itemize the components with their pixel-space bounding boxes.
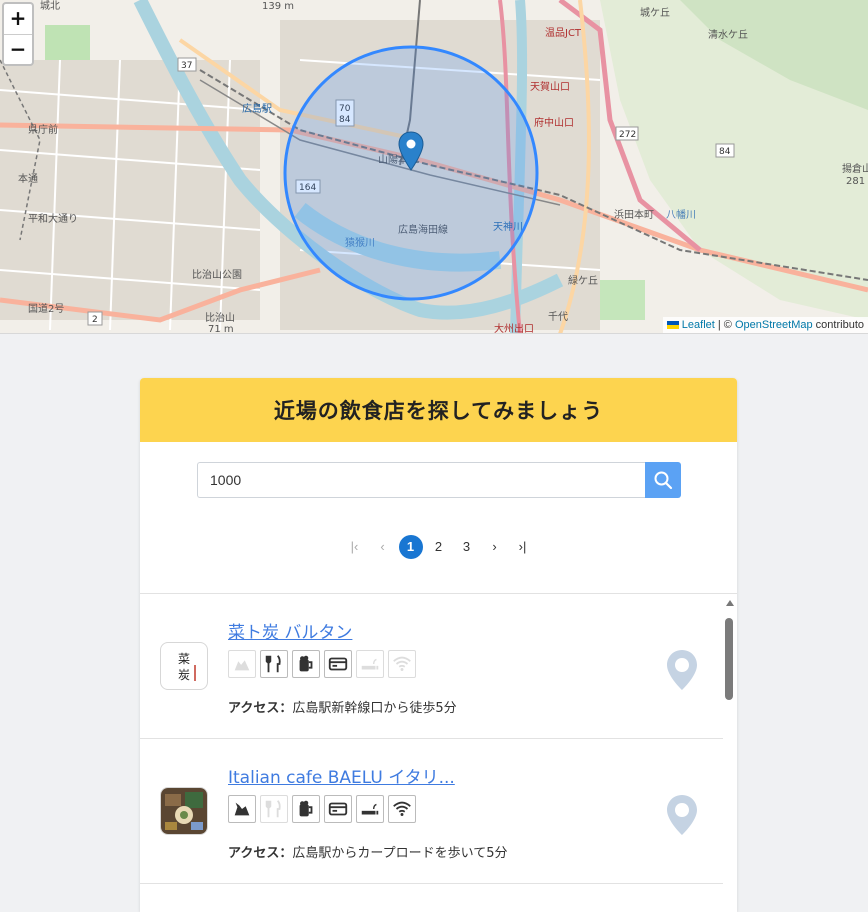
search-radius-circle <box>283 45 539 301</box>
svg-text:府中山口: 府中山口 <box>534 116 574 129</box>
svg-text:本通: 本通 <box>18 172 38 185</box>
search-bar <box>197 462 681 498</box>
pet-icon <box>228 650 256 678</box>
zoom-control: + − <box>2 2 34 66</box>
search-button[interactable] <box>645 462 681 498</box>
map-tiles: 37 70 84 164 272 84 2 城北 139 m 城ケ丘 清水ケ丘 … <box>0 0 868 334</box>
shop-thumbnail <box>160 787 208 835</box>
svg-text:八幡川: 八幡川 <box>666 208 696 221</box>
last-page-button[interactable]: ›| <box>511 535 535 559</box>
svg-text:清水ケ丘: 清水ケ丘 <box>708 28 748 41</box>
access-label: アクセス： <box>228 846 293 861</box>
svg-text:139 m: 139 m <box>262 1 294 12</box>
radius-input[interactable] <box>197 462 645 498</box>
access-text: 広島駅からカープロードを歩いて5分 <box>292 846 508 861</box>
svg-text:城ケ丘: 城ケ丘 <box>640 7 670 19</box>
attribution-separator: | © <box>714 319 735 331</box>
svg-text:千代: 千代 <box>548 311 568 323</box>
shop-name-link[interactable]: 菜ト炭 バルタン <box>228 618 352 643</box>
map-pin-icon <box>667 650 697 690</box>
shop-name-link[interactable]: Italian cafe BAELU イタリ... <box>228 763 455 788</box>
page-1-button[interactable]: 1 <box>398 535 423 559</box>
access-text: 広島駅新幹線口から徒歩5分 <box>292 701 457 716</box>
first-page-button[interactable]: |‹ <box>343 535 367 559</box>
leaflet-link[interactable]: Leaflet <box>682 319 715 331</box>
show-on-map-button[interactable] <box>665 793 699 837</box>
drink-icon <box>292 650 320 678</box>
svg-text:国道2号: 国道2号 <box>28 302 64 315</box>
svg-text:浜田本町: 浜田本町 <box>614 208 654 221</box>
map[interactable]: 37 70 84 164 272 84 2 城北 139 m 城ケ丘 清水ケ丘 … <box>0 0 868 334</box>
restaurant-search-card: 近場の飲食店を探してみましょう |‹ ‹ 1 2 3 › ›| 菜 炭 <box>140 378 737 912</box>
card-icon <box>324 650 352 678</box>
list-item: 菜 炭 菜ト炭 バルタン アクセス：広島駅新幹線口から徒歩5分 <box>140 594 723 739</box>
card-header: 近場の飲食店を探してみましょう <box>140 378 737 442</box>
openstreetmap-link[interactable]: OpenStreetMap <box>735 319 813 331</box>
prev-page-button[interactable]: ‹ <box>371 535 395 559</box>
map-attribution: Leaflet | © OpenStreetMap contributo <box>662 317 868 333</box>
svg-text:広島駅: 広島駅 <box>242 102 272 115</box>
attribution-suffix: contributo <box>812 319 864 331</box>
svg-text:天賀山口: 天賀山口 <box>530 81 570 93</box>
page-2-button[interactable]: 2 <box>427 535 451 559</box>
list-item: Italian cafe BAELU イタリ... アクセス：広島駅からカープロ… <box>140 739 723 884</box>
list-scrollbar[interactable] <box>723 594 737 912</box>
svg-text:炭: 炭 <box>178 668 190 682</box>
svg-text:71 m: 71 m <box>208 324 234 334</box>
ukraine-flag-icon <box>666 321 679 329</box>
zoom-in-button[interactable]: + <box>4 4 32 34</box>
svg-text:37: 37 <box>181 61 192 71</box>
svg-text:84: 84 <box>719 147 731 157</box>
shop-access: アクセス：広島駅からカープロードを歩いて5分 <box>228 842 507 861</box>
page-3-button[interactable]: 3 <box>455 535 479 559</box>
svg-text:緑ケ丘: 緑ケ丘 <box>568 274 598 287</box>
access-label: アクセス： <box>228 701 293 716</box>
svg-text:揚倉山: 揚倉山 <box>842 162 868 175</box>
smoking-icon <box>356 795 384 823</box>
svg-text:281 m: 281 m <box>846 176 868 187</box>
show-on-map-button[interactable] <box>665 648 699 692</box>
shop-list[interactable]: 菜 炭 菜ト炭 バルタン アクセス：広島駅新幹線口から徒歩5分 Italian … <box>140 594 723 912</box>
svg-text:比治山公園: 比治山公園 <box>192 268 242 281</box>
shop-thumbnail: 菜 炭 <box>160 642 208 690</box>
next-page-button[interactable]: › <box>483 535 507 559</box>
wifi-icon <box>388 650 416 678</box>
search-icon <box>654 471 673 490</box>
scroll-thumb[interactable] <box>725 618 733 700</box>
map-pin-icon <box>667 795 697 835</box>
shop-access: アクセス：広島駅新幹線口から徒歩5分 <box>228 697 457 716</box>
svg-text:県庁前: 県庁前 <box>28 123 58 136</box>
smoking-icon <box>356 650 384 678</box>
card-icon <box>324 795 352 823</box>
pet-icon <box>228 795 256 823</box>
drink-icon <box>292 795 320 823</box>
pagination: |‹ ‹ 1 2 3 › ›| <box>140 535 737 559</box>
scroll-up-arrow-icon[interactable] <box>726 600 734 606</box>
food-icon <box>260 795 288 823</box>
svg-text:城北: 城北 <box>40 0 60 12</box>
svg-text:平和大通り: 平和大通り <box>28 212 78 225</box>
page-title: 近場の飲食店を探してみましょう <box>273 399 604 423</box>
svg-text:温品JCT: 温品JCT <box>545 27 582 39</box>
svg-text:大州出口: 大州出口 <box>494 322 534 334</box>
wifi-icon <box>388 795 416 823</box>
svg-text:菜: 菜 <box>178 652 190 666</box>
svg-text:272: 272 <box>619 130 636 140</box>
svg-text:2: 2 <box>92 315 98 325</box>
feature-icons <box>228 795 416 823</box>
svg-text:比治山: 比治山 <box>205 311 235 324</box>
feature-icons <box>228 650 416 678</box>
zoom-out-button[interactable]: − <box>4 34 32 64</box>
food-icon <box>260 650 288 678</box>
